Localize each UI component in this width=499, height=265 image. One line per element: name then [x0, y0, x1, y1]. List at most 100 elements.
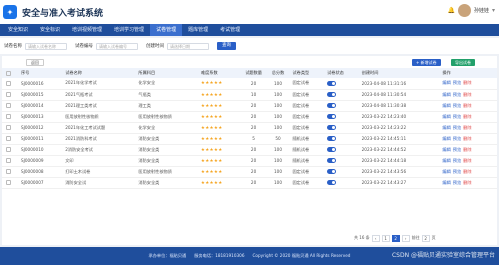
status-toggle[interactable] [327, 103, 337, 109]
status-toggle[interactable] [327, 180, 337, 186]
view-link[interactable]: 预览 [453, 114, 461, 119]
select-all-checkbox[interactable] [2, 68, 17, 78]
nav-item[interactable]: 试卷管理 [150, 24, 183, 36]
exam-name-input[interactable]: 请输入试卷名称 [25, 42, 67, 50]
date-picker[interactable]: 请选择日期 [167, 42, 209, 50]
edit-link[interactable]: 编辑 [442, 103, 450, 108]
exam-no: SJ0000016 [16, 78, 62, 90]
table-row[interactable]: SJ0000008 打印土木试卷 医用放射性核物质 ★★★★★ 20 100 固定试卷 202… [2, 166, 497, 178]
edit-link[interactable]: 编辑 [442, 180, 450, 185]
view-link[interactable]: 预览 [453, 125, 461, 130]
row-actions: 编辑 预览 删除 [438, 122, 497, 134]
edit-link[interactable]: 编辑 [442, 80, 450, 85]
avatar[interactable] [457, 4, 471, 17]
edit-link[interactable]: 编辑 [442, 169, 450, 174]
delete-link[interactable]: 删除 [463, 125, 471, 130]
delete-link[interactable]: 删除 [463, 114, 471, 119]
nav-item[interactable]: 培训学习管理 [108, 24, 150, 36]
delete-link[interactable]: 删除 [463, 180, 471, 185]
exam-no: SJ0000010 [16, 144, 62, 156]
column-header: 试题数量 [239, 68, 268, 78]
back-button[interactable]: 返回 [26, 59, 44, 66]
exam-subject: 气瓶类 [134, 89, 197, 101]
add-exam-button[interactable]: + 新增试卷 [412, 59, 441, 66]
edit-link[interactable]: 编辑 [442, 147, 450, 152]
nav-item[interactable]: 培训视频管理 [66, 24, 108, 36]
status-toggle[interactable] [327, 81, 337, 86]
status-toggle[interactable] [327, 92, 337, 98]
created-time: 2023-03-22 14:23:22 [357, 122, 439, 134]
edit-link[interactable]: 编辑 [442, 158, 450, 163]
exam-no: SJ0000009 [16, 155, 62, 167]
row-checkbox[interactable] [2, 122, 17, 134]
table-row[interactable]: SJ0000011 2021消防科考试 消防安全类 ★★★★★ 5 50 随机试卷 2023-… [2, 133, 497, 145]
status-toggle[interactable] [327, 158, 337, 164]
view-link[interactable]: 预览 [453, 147, 461, 152]
view-link[interactable]: 预览 [453, 180, 461, 185]
nav-item[interactable]: 安全知识 [2, 24, 34, 36]
exam-no-input[interactable]: 请输入试卷编号 [96, 42, 138, 50]
delete-link[interactable]: 删除 [463, 169, 471, 174]
view-link[interactable]: 预览 [453, 169, 461, 174]
next-page-button[interactable]: › [401, 234, 410, 242]
row-checkbox[interactable] [2, 166, 17, 178]
delete-link[interactable]: 删除 [463, 136, 471, 141]
table-row[interactable]: SJ0000016 2021年化学考试 化学安全 ★★★★★ 20 100 固定试卷 2023… [2, 78, 497, 90]
difficulty-stars: ★★★★★ [196, 111, 240, 123]
delete-link[interactable]: 删除 [463, 92, 471, 97]
prev-page-button[interactable]: ‹ [371, 234, 380, 242]
chevron-down-icon[interactable]: ▾ [492, 7, 495, 14]
delete-link[interactable]: 删除 [463, 147, 471, 152]
query-button[interactable]: 查询 [217, 42, 236, 50]
row-checkbox[interactable] [2, 100, 17, 112]
edit-link[interactable]: 编辑 [442, 125, 450, 130]
exam-type: 固定试卷 [288, 166, 324, 178]
edit-link[interactable]: 编辑 [442, 92, 450, 97]
question-count: 20 [239, 144, 268, 156]
edit-link[interactable]: 编辑 [442, 114, 450, 119]
row-checkbox[interactable] [2, 78, 17, 90]
view-link[interactable]: 预览 [453, 92, 461, 97]
status-toggle[interactable] [327, 136, 337, 142]
row-checkbox[interactable] [2, 144, 17, 156]
table-row[interactable]: SJ0000014 2021理工类考试 理工类 ★★★★★ 20 100 固定试卷 2023-… [2, 100, 497, 112]
row-checkbox[interactable] [2, 177, 17, 189]
footer-unit: 承办单位：福贴贝通 [148, 253, 187, 258]
view-link[interactable]: 预览 [453, 136, 461, 141]
nav-item[interactable]: 安全标识 [34, 24, 66, 36]
row-checkbox[interactable] [2, 133, 17, 145]
row-checkbox[interactable] [2, 111, 17, 123]
table-row[interactable]: SJ0000015 2021气瓶考试 气瓶类 ★★★★★ 10 100 固定试卷 2023-0… [2, 89, 497, 101]
view-link[interactable]: 预览 [453, 103, 461, 108]
status-toggle[interactable] [327, 147, 337, 153]
question-count: 20 [239, 122, 268, 134]
status-toggle[interactable] [327, 125, 337, 131]
page-jump-input[interactable]: 2 [421, 234, 430, 242]
question-count: 5 [239, 133, 268, 145]
table-row[interactable]: SJ0000010 2消防安全考试 消防安全类 ★★★★★ 20 100 随机试卷 2023-… [2, 144, 497, 156]
row-checkbox[interactable] [2, 89, 17, 101]
delete-link[interactable]: 删除 [463, 103, 471, 108]
table-row[interactable]: SJ0000009 文印 消防安全类 ★★★★★ 20 100 随机试卷 2023-03-22… [2, 155, 497, 167]
nav-item[interactable]: 考试管理 [214, 24, 246, 36]
exam-table: 序号 试卷名称 所属科目 难度系数 试题数量 总分数 试卷类型 试卷状态 创建时间 操作 SJ00… [2, 68, 497, 189]
page-button[interactable]: 1 [381, 234, 390, 242]
page-button[interactable]: 2 [391, 234, 400, 242]
status-toggle[interactable] [327, 169, 337, 175]
status-toggle[interactable] [327, 114, 337, 120]
exam-no: SJ0000013 [16, 111, 62, 123]
bell-icon[interactable]: 🔔 [447, 7, 454, 14]
row-checkbox[interactable] [2, 155, 17, 167]
nav-item[interactable]: 题库管理 [182, 24, 214, 36]
edit-link[interactable]: 编辑 [442, 136, 450, 141]
exam-subject: 医用放射性核物质 [134, 166, 197, 178]
export-button[interactable]: 导出试卷 [451, 59, 475, 66]
table-row[interactable]: SJ0000013 医用放射性核物质 医用放射性核物质 ★★★★★ 20 100 固定试卷 2… [2, 111, 497, 123]
delete-link[interactable]: 删除 [463, 80, 471, 85]
table-row[interactable]: SJ0000012 2021年化工考试试题 化学安全 ★★★★★ 20 100 固定试卷 20… [2, 122, 497, 134]
user-menu[interactable]: 🔔 孙娃娃 ▾ [447, 4, 495, 17]
view-link[interactable]: 预览 [453, 80, 461, 85]
delete-link[interactable]: 删除 [463, 158, 471, 163]
view-link[interactable]: 预览 [453, 158, 461, 163]
table-row[interactable]: SJ0000007 消防安全试 消防安全类 ★★★★★ 20 100 固定试卷 2023-03… [2, 177, 497, 189]
